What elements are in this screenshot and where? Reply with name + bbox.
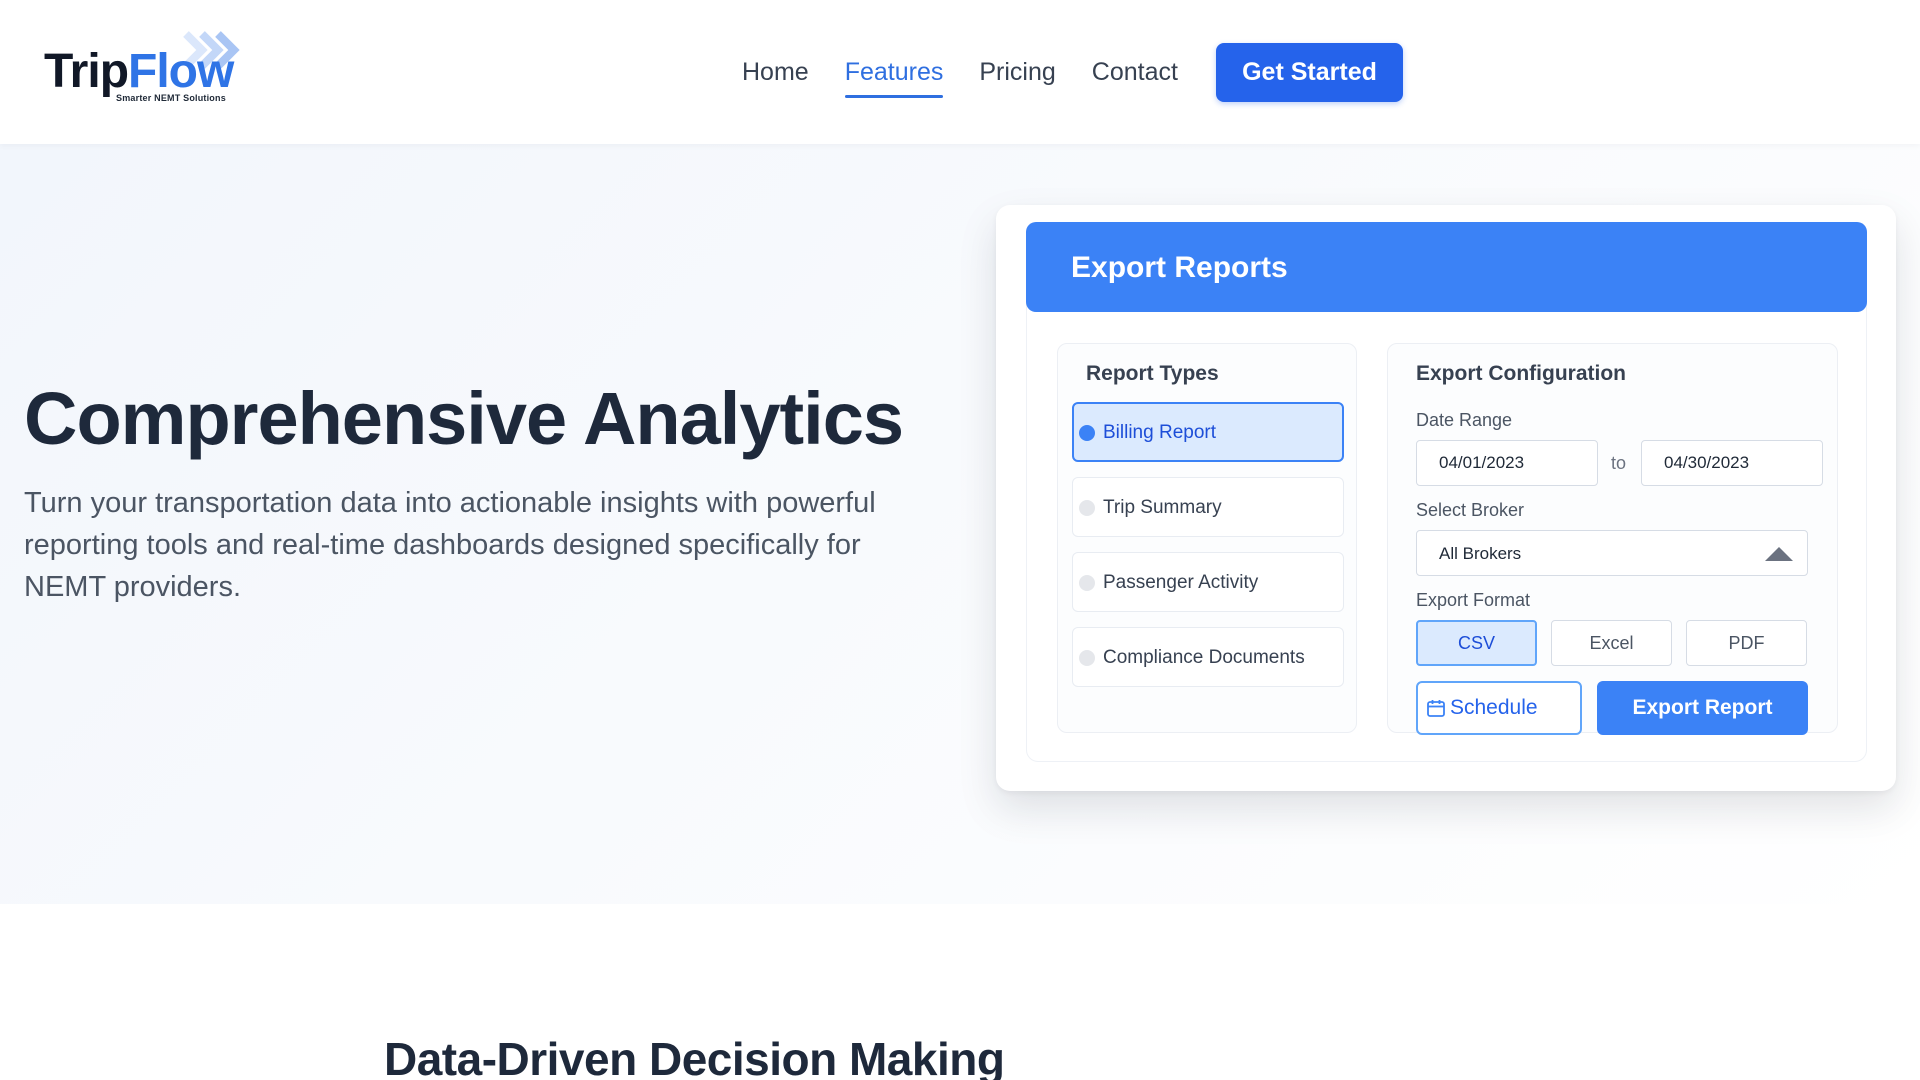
tripflow-logo[interactable]: TripFlow Smarter NEMT Solutions xyxy=(44,30,244,110)
radio-unselected-icon xyxy=(1079,575,1095,591)
report-option-passenger-activity[interactable]: Passenger Activity xyxy=(1072,552,1344,612)
broker-select[interactable]: All Brokers xyxy=(1416,530,1808,576)
select-broker-label: Select Broker xyxy=(1416,500,1525,520)
export-card-title: Export Reports xyxy=(1071,251,1288,284)
logo-word-flow: Flow xyxy=(128,45,234,98)
report-option-billing[interactable]: Billing Report xyxy=(1072,402,1344,462)
hero-subtitle: Turn your transportation data into actio… xyxy=(24,487,876,603)
broker-select-value: All Brokers xyxy=(1439,544,1522,563)
radio-unselected-icon xyxy=(1079,650,1095,666)
nav-contact[interactable]: Contact xyxy=(1092,46,1178,99)
date-to-input[interactable] xyxy=(1641,440,1823,486)
report-option-trip-summary[interactable]: Trip Summary xyxy=(1072,477,1344,537)
date-from-input[interactable] xyxy=(1416,440,1598,486)
section-title: Data-Driven Decision Making xyxy=(384,1033,1005,1080)
export-card-header: Export Reports xyxy=(1026,222,1867,312)
caret-up-icon xyxy=(1765,547,1793,561)
date-range-separator: to xyxy=(1611,453,1627,473)
schedule-button-label: Schedule xyxy=(1450,696,1538,719)
get-started-button[interactable]: Get Started xyxy=(1216,43,1403,102)
format-pdf-button[interactable]: PDF xyxy=(1686,620,1807,666)
hero-title: Comprehensive Analytics xyxy=(24,377,904,460)
report-types-panel: Report Types Billing Report Trip Summary… xyxy=(1057,343,1357,733)
nav-pricing[interactable]: Pricing xyxy=(979,46,1055,99)
nav-features[interactable]: Features xyxy=(844,46,943,99)
radio-unselected-icon xyxy=(1079,500,1095,516)
logo-tagline: Smarter NEMT Solutions xyxy=(116,93,226,103)
format-excel-button[interactable]: Excel xyxy=(1551,620,1672,666)
nav-home[interactable]: Home xyxy=(742,46,809,99)
radio-selected-icon xyxy=(1079,425,1095,441)
date-range-label: Date Range xyxy=(1416,410,1513,430)
logo-word-trip: Trip xyxy=(44,45,129,98)
main-nav: Home Features Pricing Contact xyxy=(742,42,1214,102)
schedule-button[interactable]: Schedule xyxy=(1416,681,1582,735)
report-option-label: Passenger Activity xyxy=(1103,572,1259,593)
report-option-label: Trip Summary xyxy=(1103,497,1222,518)
export-configuration-heading: Export Configuration xyxy=(1416,362,1626,385)
format-csv-button[interactable]: CSV xyxy=(1416,620,1537,666)
export-report-button[interactable]: Export Report xyxy=(1597,681,1808,735)
calendar-icon xyxy=(1427,700,1445,717)
export-format-label: Export Format xyxy=(1416,590,1531,610)
report-option-compliance-documents[interactable]: Compliance Documents xyxy=(1072,627,1344,687)
report-option-label: Billing Report xyxy=(1103,422,1216,443)
site-header: TripFlow Smarter NEMT Solutions Home Fea… xyxy=(0,0,1920,144)
report-types-heading: Report Types xyxy=(1086,362,1219,385)
logo-wordmark: TripFlow xyxy=(44,45,234,98)
export-configuration-panel: Export Configuration Date Range to Selec… xyxy=(1387,343,1838,735)
report-option-label: Compliance Documents xyxy=(1103,647,1305,668)
